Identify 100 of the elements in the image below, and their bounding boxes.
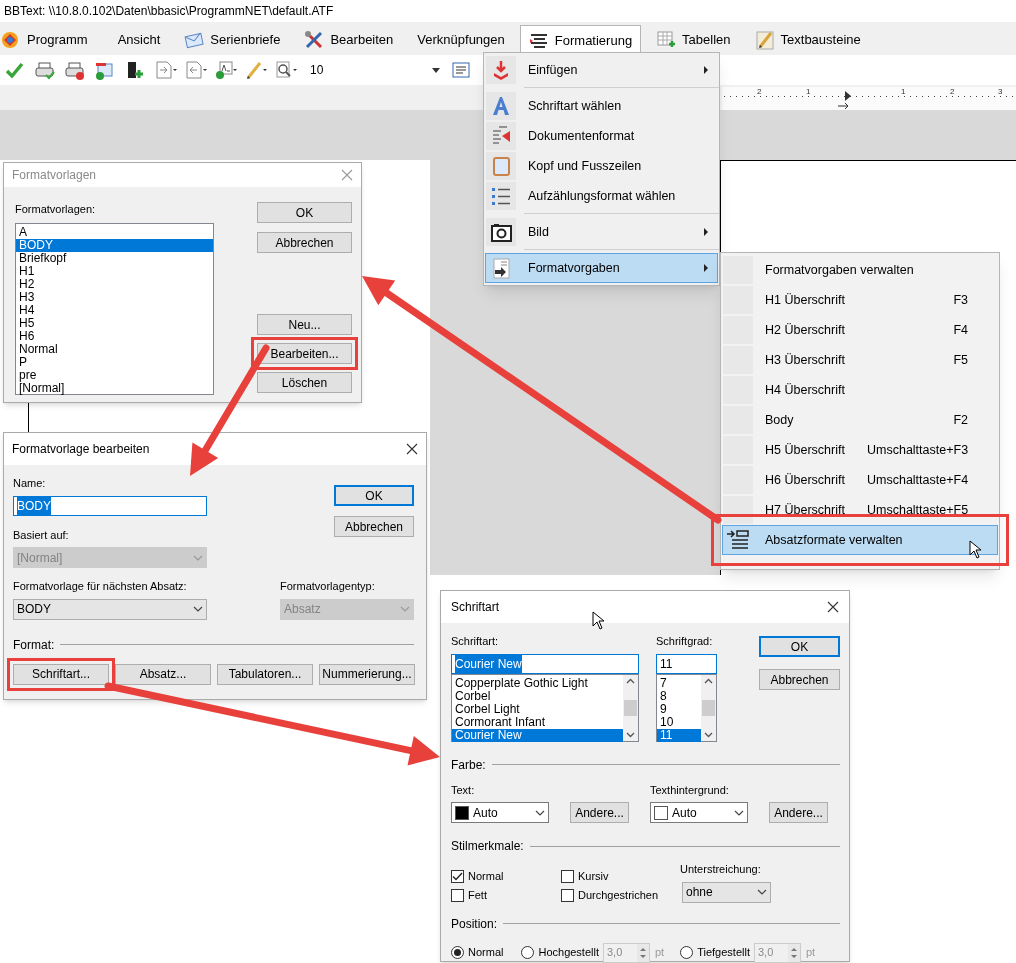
dialog-title: Formatvorlage bearbeiten (12, 441, 150, 458)
radio-button[interactable]: Normal (451, 944, 504, 961)
menu-item[interactable]: Dokumentenformat (485, 121, 718, 151)
dialog-button[interactable]: OK (257, 202, 352, 223)
list-box[interactable]: A BODY Briefkopf H1 H2 H3 H4 H5 H6 Normal P pre [Normal] (15, 222, 214, 395)
cancel-button[interactable]: Abbrechen (759, 669, 840, 690)
dialog-button[interactable]: Andere... (769, 802, 828, 823)
unit-label: pt (655, 945, 665, 961)
dialog-button[interactable]: Bearbeiten... (251, 337, 358, 370)
checkbox[interactable]: Fett (451, 888, 561, 903)
menu-item[interactable]: Formatvorgaben (485, 253, 718, 283)
dialog-button[interactable]: Tabulatoren... (217, 663, 313, 685)
list-item[interactable]: 9 (657, 702, 701, 716)
field-label: Schriftart: (451, 634, 500, 649)
dropdown[interactable]: BODY (13, 598, 207, 620)
menu-item[interactable]: Bearbeiten (295, 25, 403, 55)
input-field[interactable]: 11 (656, 653, 717, 674)
list-item[interactable]: H2 (16, 277, 213, 291)
menu-item[interactable]: Formatvorgaben verwalten (722, 255, 998, 285)
menu-item[interactable]: Textbausteine (745, 25, 870, 55)
menu-item[interactable]: Verknüpfungen (408, 25, 514, 55)
shortcut-text: F4 (952, 321, 968, 339)
list-item[interactable]: Normal (16, 342, 213, 356)
ok-button[interactable]: OK (759, 636, 840, 657)
menu-item[interactable]: H1 Überschrift F3 (722, 285, 998, 315)
chevron-up-icon (626, 677, 635, 684)
shortcut-text: F3 (952, 291, 968, 309)
menu-item[interactable]: Serienbriefe (175, 25, 290, 55)
dialog-button[interactable]: Neu... (257, 314, 352, 335)
list-item[interactable]: Cormorant Infant (452, 715, 623, 729)
list-item[interactable]: Briefkopf (16, 251, 213, 265)
menu-item[interactable]: Schriftart wählen (485, 91, 718, 121)
input-field[interactable]: BODY (13, 495, 207, 516)
menu-item[interactable]: Programm (0, 25, 109, 55)
menu-item[interactable]: H5 Überschrift Umschalttaste+F3 (722, 435, 998, 465)
list-item[interactable]: Corbel (452, 689, 623, 703)
menu-item[interactable]: Aufzählungsformat wählen (485, 181, 718, 211)
menu-item[interactable]: Kopf und Fusszeilen (485, 151, 718, 181)
list-item[interactable]: Corbel Light (452, 702, 623, 716)
window-title: BBText: \\10.8.0.102\Daten\bbasic\ProgrammNET\default.ATF (4, 3, 334, 20)
list-item[interactable]: 11 (657, 728, 701, 742)
font-box-icon (213, 60, 238, 80)
menu-item[interactable]: H2 Überschrift F4 (722, 315, 998, 345)
printer-icon (33, 60, 58, 80)
menu-item[interactable]: Bild (485, 217, 718, 247)
menu-item[interactable]: H6 Überschrift Umschalttaste+F4 (722, 465, 998, 495)
dialog-button[interactable]: Löschen (257, 372, 352, 393)
list-box[interactable]: 7 8 9 10 11 (656, 673, 717, 742)
scrollbar-thumb[interactable] (702, 699, 715, 716)
dialog-button[interactable]: Absatz... (115, 663, 211, 685)
scrollbar-thumb[interactable] (624, 699, 637, 716)
cancel-button[interactable]: Abbrechen (334, 516, 414, 537)
scrollbar[interactable] (623, 674, 638, 741)
list-item[interactable]: [Normal] (16, 381, 213, 395)
list-item[interactable]: H1 (16, 264, 213, 278)
input-field[interactable]: Courier New (451, 653, 639, 674)
checkbox[interactable]: Kursiv (561, 869, 680, 883)
dropdown[interactable]: Auto (451, 802, 549, 823)
dialog-button[interactable]: Andere... (570, 802, 629, 823)
dialog-button[interactable]: Abbrechen (257, 232, 352, 253)
scrollbar[interactable] (701, 674, 716, 741)
document-format-icon (490, 125, 512, 147)
list-item[interactable]: H5 (16, 316, 213, 330)
menu-item[interactable]: Absatzformate verwalten (722, 525, 998, 555)
menu-item[interactable]: H4 Überschrift (722, 375, 998, 405)
shortcut-text: Umschalttaste+F3 (867, 441, 968, 459)
list-item[interactable]: 10 (657, 715, 701, 729)
text-frame-icon (452, 62, 470, 78)
checkbox[interactable]: Durchgestrichen (561, 888, 680, 903)
list-item[interactable]: BODY (16, 238, 213, 252)
header-footer-icon (490, 155, 512, 177)
dialog-button[interactable]: Schriftart... (7, 657, 115, 691)
chevron-icon (535, 809, 545, 816)
chevron-up-icon (704, 677, 713, 684)
checkbox[interactable]: Normal (451, 869, 561, 883)
group-label: Format: (13, 636, 55, 654)
menu-item[interactable]: Formatierung (519, 25, 642, 55)
list-item[interactable]: H6 (16, 329, 213, 343)
ok-button[interactable]: OK (334, 485, 414, 506)
ruler-number: 2 (757, 88, 762, 96)
list-item[interactable]: P (16, 355, 213, 369)
list-item[interactable]: 7 (657, 676, 701, 690)
close-icon (406, 443, 418, 455)
dropdown[interactable]: ohne (682, 881, 771, 903)
menu-item[interactable]: H7 Überschrift Umschalttaste+F5 (722, 495, 998, 525)
list-item[interactable]: Courier New (452, 728, 623, 742)
list-item[interactable]: pre (16, 368, 213, 382)
menu-item[interactable]: Body F2 (722, 405, 998, 435)
dialog-button[interactable]: Nummerierung... (319, 663, 415, 685)
list-item[interactable]: H4 (16, 303, 213, 317)
menu-item[interactable]: Einfügen (485, 55, 718, 85)
list-item[interactable]: 8 (657, 689, 701, 703)
dropdown[interactable]: Auto (650, 802, 748, 823)
menu-item[interactable]: Ansicht (108, 25, 170, 55)
menu-item[interactable]: H3 Überschrift F5 (722, 345, 998, 375)
list-item[interactable]: Copperplate Gothic Light (452, 676, 623, 690)
list-box[interactable]: Copperplate Gothic Light Corbel Corbel Light Cormorant Infant Courier New (451, 673, 639, 742)
list-item[interactable]: A (16, 225, 213, 239)
list-item[interactable]: H3 (16, 290, 213, 304)
ruler-number: 1 (806, 88, 811, 96)
